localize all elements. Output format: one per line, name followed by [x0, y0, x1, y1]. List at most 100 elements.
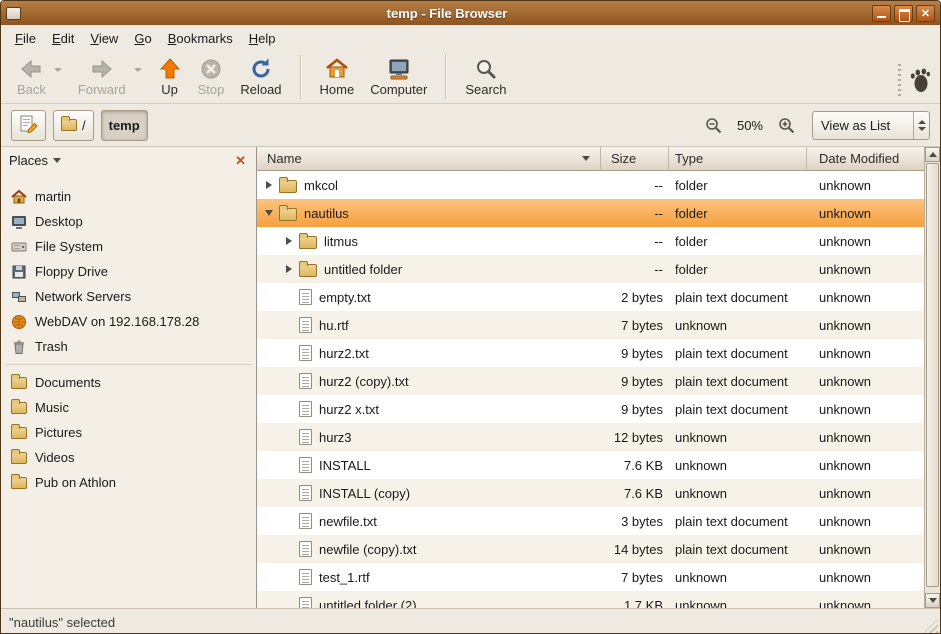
sidebar-item-label: Desktop [35, 214, 83, 229]
vertical-scrollbar[interactable] [924, 147, 940, 608]
scroll-up-button[interactable] [925, 147, 940, 162]
table-row[interactable]: hu.rtf 7 bytes unknown unknown [257, 311, 924, 339]
status-text: "nautilus" selected [9, 615, 115, 630]
sidebar-item-pictures[interactable]: Pictures [1, 420, 256, 445]
table-row[interactable]: untitled folder -- folder unknown [257, 255, 924, 283]
window-icon [6, 7, 21, 20]
sidebar-item-videos[interactable]: Videos [1, 445, 256, 470]
sidebar-item-pub-on-athlon[interactable]: Pub on Athlon [1, 470, 256, 495]
table-row[interactable]: hurz2 (copy).txt 9 bytes plain text docu… [257, 367, 924, 395]
minimize-button[interactable] [872, 5, 891, 22]
table-row[interactable]: INSTALL 7.6 KB unknown unknown [257, 451, 924, 479]
forward-button[interactable]: Forward [70, 54, 134, 98]
file-modified: unknown [807, 430, 924, 445]
table-row-selected[interactable]: nautilus -- folder unknown [257, 199, 924, 227]
titlebar[interactable]: temp - File Browser [1, 1, 940, 25]
file-icon [299, 289, 312, 305]
sidebar-item-label: Trash [35, 339, 68, 354]
search-button[interactable]: Search [457, 54, 514, 98]
table-row[interactable]: mkcol -- folder unknown [257, 171, 924, 199]
resize-grip[interactable] [924, 619, 938, 633]
file-modified: unknown [807, 570, 924, 585]
table-row[interactable]: untitled folder (2) 1.7 KB unknown unkno… [257, 591, 924, 608]
sidebar-item-label: WebDAV on 192.168.178.28 [35, 314, 199, 329]
file-modified: unknown [807, 234, 924, 249]
current-path-label: temp [109, 118, 140, 133]
file-size: -- [601, 206, 669, 221]
table-row[interactable]: newfile.txt 3 bytes plain text document … [257, 507, 924, 535]
reload-button[interactable]: Reload [232, 54, 289, 98]
scroll-down-button[interactable] [925, 593, 940, 608]
file-name: hurz3 [319, 430, 352, 445]
table-row[interactable]: hurz2.txt 9 bytes plain text document un… [257, 339, 924, 367]
column-header-type[interactable]: Type [669, 147, 807, 171]
file-modified: unknown [807, 598, 924, 609]
sidebar-separator [5, 364, 252, 365]
file-name: nautilus [304, 206, 349, 221]
menu-go[interactable]: Go [126, 28, 159, 49]
sidebar-item-music[interactable]: Music [1, 395, 256, 420]
sidebar-item-label: Floppy Drive [35, 264, 108, 279]
menu-file[interactable]: File [7, 28, 44, 49]
column-header-size[interactable]: Size [601, 147, 669, 171]
sidebar-close-icon[interactable]: ✕ [233, 152, 248, 169]
file-icon [299, 597, 312, 608]
menu-view[interactable]: View [82, 28, 126, 49]
path-button-root[interactable]: / [53, 110, 94, 141]
back-button[interactable]: Back [9, 54, 54, 98]
file-type: unknown [669, 598, 807, 609]
table-row[interactable]: test_1.rtf 7 bytes unknown unknown [257, 563, 924, 591]
close-button[interactable] [916, 5, 935, 22]
table-row[interactable]: hurz3 12 bytes unknown unknown [257, 423, 924, 451]
computer-icon [387, 55, 411, 82]
table-row[interactable]: hurz2 x.txt 9 bytes plain text document … [257, 395, 924, 423]
edit-location-icon [19, 114, 38, 136]
table-row[interactable]: newfile (copy).txt 14 bytes plain text d… [257, 535, 924, 563]
zoom-in-button[interactable] [776, 115, 797, 136]
toggle-location-entry-button[interactable] [11, 110, 46, 141]
file-name: mkcol [304, 178, 338, 193]
menu-bookmarks[interactable]: Bookmarks [160, 28, 241, 49]
view-mode-select[interactable]: View as List [812, 111, 930, 140]
zoom-out-button[interactable] [703, 115, 724, 136]
places-dropdown-button[interactable]: Places [9, 153, 61, 168]
file-type: unknown [669, 458, 807, 473]
expander-icon[interactable] [263, 181, 275, 189]
sidebar-item-filesystem[interactable]: File System [1, 234, 256, 259]
back-dropdown-icon[interactable] [54, 68, 62, 72]
file-icon [299, 485, 312, 501]
file-modified: unknown [807, 262, 924, 277]
home-button[interactable]: Home [312, 54, 363, 98]
file-size: 2 bytes [601, 290, 669, 305]
up-button[interactable]: Up [150, 54, 190, 98]
sidebar-item-documents[interactable]: Documents [1, 370, 256, 395]
stop-button[interactable]: Stop [190, 54, 233, 98]
table-row[interactable]: litmus -- folder unknown [257, 227, 924, 255]
file-size: -- [601, 178, 669, 193]
sidebar-item-network[interactable]: Network Servers [1, 284, 256, 309]
sidebar-item-label: Pub on Athlon [35, 475, 116, 490]
forward-dropdown-icon[interactable] [134, 68, 142, 72]
path-button-current[interactable]: temp [101, 110, 148, 141]
expander-icon[interactable] [283, 237, 295, 245]
file-name: hurz2 x.txt [319, 402, 379, 417]
column-header-name[interactable]: Name [257, 147, 601, 171]
expander-icon[interactable] [263, 210, 275, 216]
computer-button[interactable]: Computer [362, 54, 435, 98]
menu-edit[interactable]: Edit [44, 28, 82, 49]
expander-icon[interactable] [283, 265, 295, 273]
sidebar-item-home[interactable]: martin [1, 184, 256, 209]
search-icon [474, 55, 498, 82]
menu-help[interactable]: Help [241, 28, 284, 49]
file-modified: unknown [807, 346, 924, 361]
sidebar-item-desktop[interactable]: Desktop [1, 209, 256, 234]
table-row[interactable]: empty.txt 2 bytes plain text document un… [257, 283, 924, 311]
table-row[interactable]: INSTALL (copy) 7.6 KB unknown unknown [257, 479, 924, 507]
sidebar-item-floppy[interactable]: Floppy Drive [1, 259, 256, 284]
scrollbar-thumb[interactable] [926, 163, 939, 587]
file-icon [299, 401, 312, 417]
sidebar-item-trash[interactable]: Trash [1, 334, 256, 359]
maximize-button[interactable] [894, 5, 913, 22]
sidebar-item-webdav[interactable]: WebDAV on 192.168.178.28 [1, 309, 256, 334]
column-header-date-modified[interactable]: Date Modified [807, 147, 924, 171]
